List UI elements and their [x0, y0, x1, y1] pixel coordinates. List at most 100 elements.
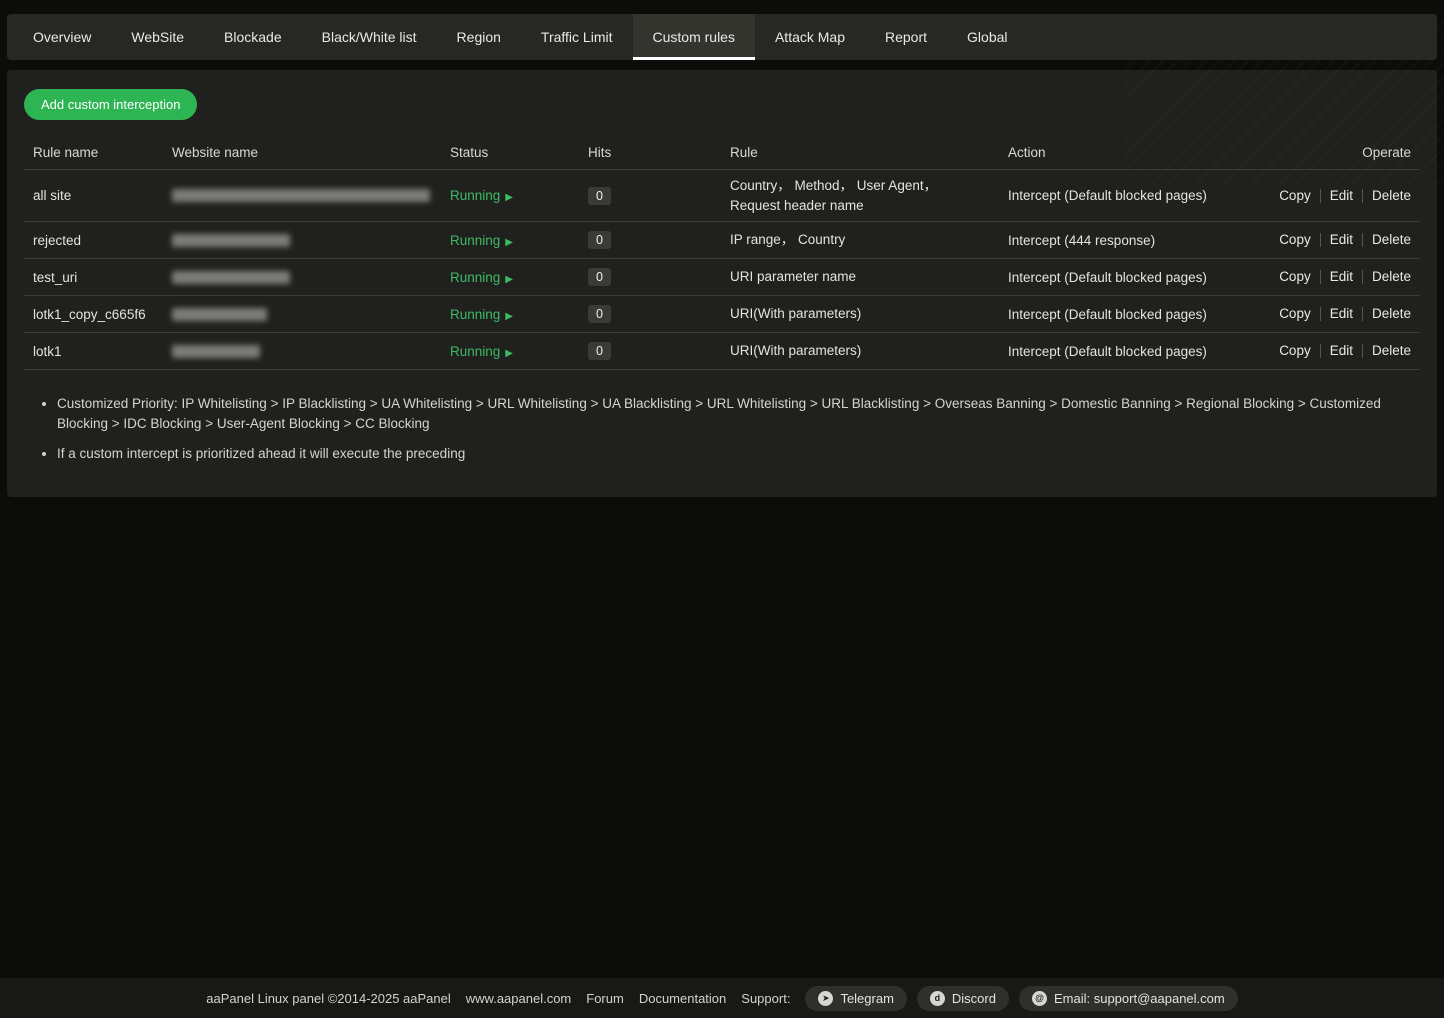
tab-custom-rules[interactable]: Custom rules	[633, 14, 755, 60]
tab-attack-map[interactable]: Attack Map	[755, 14, 865, 60]
delete-link[interactable]: Delete	[1363, 233, 1411, 247]
status-cell: Running ▶	[450, 307, 588, 322]
website-name-cell	[172, 271, 450, 284]
table-row: lotk1 Running ▶ 0 URI(With parameters)Interc…	[24, 332, 1420, 369]
delete-link[interactable]: Delete	[1363, 189, 1411, 203]
status-cell: Running ▶	[450, 233, 588, 248]
rule-name-cell: lotk1	[33, 344, 172, 359]
play-icon[interactable]: ▶	[505, 274, 513, 285]
edit-link[interactable]: Edit	[1321, 233, 1363, 247]
discord-pill[interactable]: d Discord	[917, 986, 1009, 1011]
rule-name-cell: lotk1_copy_c665f6	[33, 307, 172, 322]
tab-region[interactable]: Region	[437, 14, 521, 60]
status-running-label: Running	[450, 270, 500, 285]
pill-label: Telegram	[840, 991, 893, 1006]
rule-cell: Country， Method， User Agent， Request hea…	[730, 176, 1008, 215]
edit-link[interactable]: Edit	[1321, 344, 1363, 358]
tab-blockade[interactable]: Blockade	[204, 14, 302, 60]
action-cell: Intercept (Default blocked pages)	[1008, 344, 1261, 359]
action-cell: Intercept (Default blocked pages)	[1008, 307, 1261, 322]
operate-cell: CopyEditDelete	[1261, 270, 1411, 284]
copy-link[interactable]: Copy	[1270, 270, 1321, 284]
add-custom-interception-button[interactable]: Add custom interception	[24, 89, 197, 120]
column-header-website-name: Website name	[172, 145, 450, 160]
website-name-redacted	[172, 345, 260, 358]
column-header-action: Action	[1008, 145, 1261, 160]
column-header-hits: Hits	[588, 145, 730, 160]
rules-table-body: all site Running ▶ 0 Country， Method， User A…	[24, 169, 1420, 369]
hits-badge: 0	[588, 187, 611, 205]
top-navbar: OverviewWebSiteBlockadeBlack/White listR…	[7, 14, 1437, 60]
footer-link-website[interactable]: www.aapanel.com	[466, 991, 572, 1006]
tab-website[interactable]: WebSite	[111, 14, 204, 60]
tab-black-white-list[interactable]: Black/White list	[302, 14, 437, 60]
delete-link[interactable]: Delete	[1363, 344, 1411, 358]
hits-badge: 0	[588, 268, 611, 286]
discord-icon: d	[930, 991, 945, 1006]
edit-link[interactable]: Edit	[1321, 189, 1363, 203]
email-pill[interactable]: @Email: support@aapanel.com	[1019, 986, 1238, 1011]
footer-copyright: aaPanel Linux panel ©2014-2025 aaPanel	[206, 991, 451, 1006]
tab-report[interactable]: Report	[865, 14, 947, 60]
status-running-label: Running	[450, 233, 500, 248]
telegram-icon: ➤	[818, 991, 833, 1006]
hits-badge: 0	[588, 342, 611, 360]
column-header-rule-name: Rule name	[33, 145, 172, 160]
action-cell: Intercept (Default blocked pages)	[1008, 270, 1261, 285]
rule-name-cell: rejected	[33, 233, 172, 248]
copy-link[interactable]: Copy	[1270, 344, 1321, 358]
operate-cell: CopyEditDelete	[1261, 307, 1411, 321]
pill-label: Discord	[952, 991, 996, 1006]
rules-table-header: Rule name Website name Status Hits Rule …	[24, 136, 1420, 169]
play-icon[interactable]: ▶	[505, 311, 513, 322]
hits-badge: 0	[588, 231, 611, 249]
hits-cell: 0	[588, 231, 730, 249]
hits-cell: 0	[588, 187, 730, 205]
action-cell: Intercept (444 response)	[1008, 233, 1261, 248]
copy-link[interactable]: Copy	[1270, 233, 1321, 247]
copy-link[interactable]: Copy	[1270, 307, 1321, 321]
note-item: If a custom intercept is prioritized ahe…	[57, 444, 1414, 464]
rule-cell: URI(With parameters)	[730, 304, 1008, 324]
status-cell: Running ▶	[450, 270, 588, 285]
edit-link[interactable]: Edit	[1321, 270, 1363, 284]
rule-cell: URI(With parameters)	[730, 341, 1008, 361]
table-row: all site Running ▶ 0 Country， Method， User A…	[24, 169, 1420, 221]
column-header-status: Status	[450, 145, 588, 160]
operate-cell: CopyEditDelete	[1261, 344, 1411, 358]
tab-overview[interactable]: Overview	[13, 14, 111, 60]
edit-link[interactable]: Edit	[1321, 307, 1363, 321]
delete-link[interactable]: Delete	[1363, 307, 1411, 321]
copy-link[interactable]: Copy	[1270, 189, 1321, 203]
hits-cell: 0	[588, 305, 730, 323]
rule-name-cell: all site	[33, 188, 172, 203]
column-header-rule: Rule	[730, 145, 1008, 160]
delete-link[interactable]: Delete	[1363, 270, 1411, 284]
footer-link-documentation[interactable]: Documentation	[639, 991, 726, 1006]
notes-list: Customized Priority: IP Whitelisting > I…	[24, 394, 1414, 464]
hits-badge: 0	[588, 305, 611, 323]
footer-support-label: Support:	[741, 991, 790, 1006]
tab-global[interactable]: Global	[947, 14, 1027, 60]
play-icon[interactable]: ▶	[505, 348, 513, 359]
footer-support-pills: ➤ Telegram d Discord @Email: support@aapanel…	[805, 986, 1237, 1011]
rule-name-cell: test_uri	[33, 270, 172, 285]
tab-traffic-limit[interactable]: Traffic Limit	[521, 14, 633, 60]
operate-cell: CopyEditDelete	[1261, 233, 1411, 247]
status-cell: Running ▶	[450, 188, 588, 203]
footer: aaPanel Linux panel ©2014-2025 aaPanel w…	[0, 978, 1444, 1018]
hits-cell: 0	[588, 342, 730, 360]
website-name-redacted	[172, 189, 430, 202]
status-running-label: Running	[450, 188, 500, 203]
table-row: test_uriRunning▶0URI parameter nameInter…	[24, 258, 1420, 295]
footer-link-forum[interactable]: Forum	[586, 991, 624, 1006]
table-row: lotk1_copy_c665f6 Running ▶ 0 URI(With param…	[24, 295, 1420, 332]
operate-cell: CopyEditDelete	[1261, 189, 1411, 203]
website-name-redacted	[172, 271, 290, 284]
rule-cell: IP range， Country	[730, 230, 1008, 250]
telegram-pill[interactable]: ➤ Telegram	[805, 986, 906, 1011]
play-icon[interactable]: ▶	[505, 192, 513, 203]
status-running-label: Running	[450, 307, 500, 322]
play-icon[interactable]: ▶	[505, 237, 513, 248]
status-running-label: Running	[450, 344, 500, 359]
